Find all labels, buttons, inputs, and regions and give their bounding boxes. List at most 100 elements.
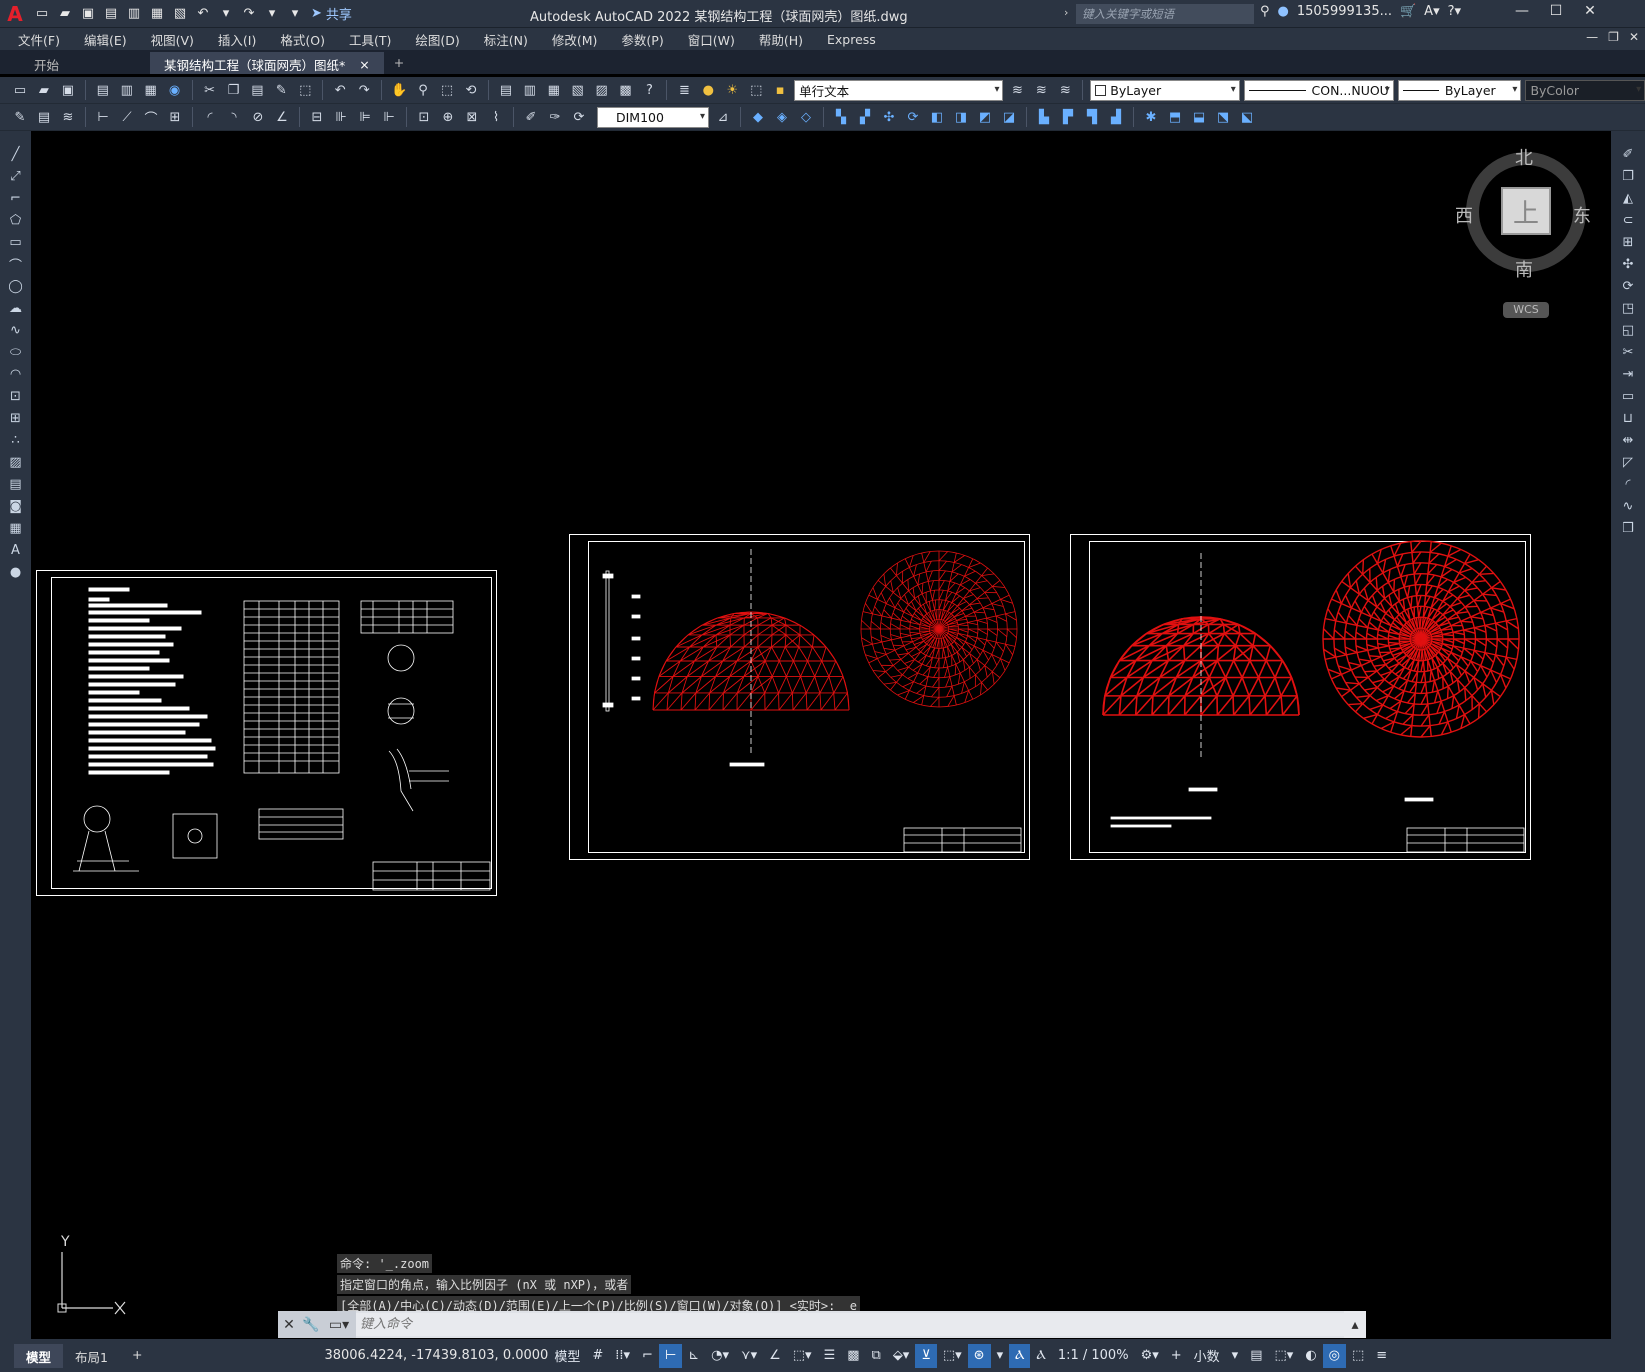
insert-block-icon[interactable]: ⊡	[6, 387, 26, 406]
calculator-icon[interactable]: ▩	[616, 80, 636, 100]
add-layout-button[interactable]: +	[120, 1344, 154, 1368]
doc-minimize-icon[interactable]: —	[1586, 30, 1598, 44]
print-icon[interactable]: ▤	[93, 80, 113, 100]
circle-icon[interactable]: ◯	[6, 277, 26, 296]
tab-close-icon[interactable]: ×	[359, 57, 369, 72]
gradient-icon[interactable]: ▤	[6, 475, 26, 494]
customization-icon[interactable]: ≡	[1370, 1348, 1393, 1363]
annotation-visibility-icon[interactable]: ▾	[991, 1348, 1010, 1363]
join-icon[interactable]: ▛	[1058, 107, 1078, 127]
radius-dim-icon[interactable]: ◜	[200, 107, 220, 127]
polar-icon[interactable]: ◔▾	[705, 1348, 735, 1363]
dim-edit-icon[interactable]: ✐	[521, 107, 541, 127]
menu-dimension[interactable]: 标注(N)	[484, 30, 528, 49]
scale-icon[interactable]: ◳	[1618, 299, 1638, 318]
undo-icon[interactable]: ↶	[193, 4, 213, 24]
open-file-icon[interactable]: ▰	[55, 4, 75, 24]
customize-qat-icon[interactable]: ▾	[285, 4, 305, 24]
compass-north[interactable]: 北	[1515, 144, 1533, 170]
construction-line-icon[interactable]: ⤢	[6, 167, 26, 186]
blend-curves-icon[interactable]: ∿	[1618, 497, 1638, 516]
offset-icon[interactable]: ⊂	[1618, 211, 1638, 230]
mirror-icon[interactable]: ◭	[1618, 189, 1638, 208]
menu-tools[interactable]: 工具(T)	[349, 30, 391, 49]
menu-modify[interactable]: 修改(M)	[552, 30, 598, 49]
ordinate-dim-icon[interactable]: ⊞	[165, 107, 185, 127]
dynamic-input-icon[interactable]: ⊢	[658, 1343, 683, 1368]
close-icon[interactable]: ✕	[1577, 3, 1603, 19]
zoom-previous-icon[interactable]: ⟲	[461, 80, 481, 100]
3d-osnap-icon[interactable]: ⬙▾	[887, 1348, 916, 1363]
cut-icon[interactable]: ✂	[200, 80, 220, 100]
transparency-icon[interactable]: ▩	[841, 1348, 865, 1363]
linear-dim-icon[interactable]: ⊢	[93, 107, 113, 127]
menu-draw[interactable]: 绘图(D)	[415, 30, 459, 49]
copy-object-icon[interactable]: ◈	[772, 107, 792, 127]
extend-icon[interactable]: ◪	[999, 107, 1019, 127]
chamfer-icon[interactable]: ▜	[1082, 107, 1102, 127]
compass-east[interactable]: 东	[1573, 202, 1591, 228]
object-snap-tracking-icon[interactable]: ∠	[763, 1348, 787, 1363]
hardware-acceleration-icon[interactable]: ◎	[1322, 1343, 1346, 1368]
explode-icon[interactable]: ✱	[1141, 107, 1161, 127]
design-center-icon[interactable]: ▥	[520, 80, 540, 100]
isolate-objects-icon[interactable]: ◐	[1299, 1348, 1322, 1363]
new-tab-button[interactable]: +	[384, 52, 414, 74]
drawing-canvas[interactable]	[31, 131, 1611, 1339]
doc-restore-icon[interactable]: ❐	[1608, 30, 1619, 44]
pan-icon[interactable]: ✋	[389, 80, 409, 100]
menu-express[interactable]: Express	[827, 32, 876, 47]
print-preview-icon[interactable]: ▥	[117, 80, 137, 100]
properties-icon[interactable]: ▤	[496, 80, 516, 100]
arc-icon[interactable]: ⌒	[6, 255, 26, 274]
dim-text-edit-icon[interactable]: ✑	[545, 107, 565, 127]
line-icon[interactable]: ╱	[6, 145, 26, 164]
search-icon[interactable]: ⚲	[1260, 4, 1270, 19]
new-file-icon[interactable]: ▭	[32, 4, 52, 24]
layer-previous-icon[interactable]: ≋	[1031, 80, 1051, 100]
zoom-window-icon[interactable]: ⬚	[437, 80, 457, 100]
lock-ui-icon[interactable]: ⬚▾	[1269, 1348, 1300, 1363]
annotation-scale-icon[interactable]: Ⲁ	[1009, 1343, 1031, 1368]
layer-viewport-icon[interactable]: ⬚	[746, 80, 766, 100]
block-editor-icon[interactable]: ⬚	[295, 80, 315, 100]
revision-cloud-icon[interactable]: ☁	[6, 299, 26, 318]
fillet-icon[interactable]: ◜	[1618, 475, 1638, 494]
dim-style-icon[interactable]: ⊿	[713, 107, 733, 127]
autocad-logo[interactable]: A	[0, 0, 30, 28]
markup-icon[interactable]: ▨	[592, 80, 612, 100]
lineweight-dropdown[interactable]: ByLayer ▾	[1397, 79, 1522, 101]
selection-cycling-icon[interactable]: ⧉	[866, 1348, 887, 1363]
cart-icon[interactable]: 🛒	[1400, 4, 1416, 19]
layer-on-icon[interactable]: ●	[698, 80, 718, 100]
point-icon[interactable]: ∴	[6, 431, 26, 450]
save-icon[interactable]: ▣	[58, 80, 78, 100]
plot-icon[interactable]: ▧	[170, 4, 190, 24]
menu-view[interactable]: 视图(V)	[151, 30, 194, 49]
clean-screen-icon[interactable]: ⬚	[1346, 1348, 1370, 1363]
array-icon[interactable]: ▞	[855, 107, 875, 127]
stretch-icon[interactable]: ◨	[951, 107, 971, 127]
layer-properties-icon[interactable]: ≣	[674, 80, 694, 100]
workspace-icon[interactable]: ⚙▾	[1135, 1348, 1165, 1363]
redo-icon[interactable]: ↷	[354, 80, 374, 100]
wcs-menu[interactable]: WCS	[1503, 302, 1549, 318]
layer-lock-icon[interactable]: ▪	[770, 80, 790, 100]
recent-commands-icon[interactable]: ▭▾	[322, 1311, 356, 1338]
zoom-realtime-icon[interactable]: ⚲	[413, 80, 433, 100]
ortho-icon[interactable]: ⊾	[682, 1348, 705, 1363]
ellipse-icon[interactable]: ⬭	[6, 343, 26, 362]
make-block-icon[interactable]: ⊞	[6, 409, 26, 428]
explode-icon[interactable]: ❒	[1618, 519, 1638, 538]
help-icon[interactable]: ?▾	[1448, 4, 1461, 19]
match-icon[interactable]: ✎	[10, 107, 30, 127]
quick-properties-icon[interactable]: ▤	[1244, 1348, 1268, 1363]
trim-icon[interactable]: ✂	[1618, 343, 1638, 362]
auto-scale-icon[interactable]: Ⲁ	[1030, 1348, 1051, 1363]
table-icon[interactable]: ▦	[6, 519, 26, 538]
snap-icon[interactable]: ⁞⁞▾	[609, 1348, 636, 1363]
redo-icon[interactable]: ↷	[239, 4, 259, 24]
annotation-monitor-icon[interactable]: +	[1165, 1348, 1188, 1363]
copy-icon[interactable]: ❐	[1618, 167, 1638, 186]
region-icon[interactable]: ◙	[6, 497, 26, 516]
